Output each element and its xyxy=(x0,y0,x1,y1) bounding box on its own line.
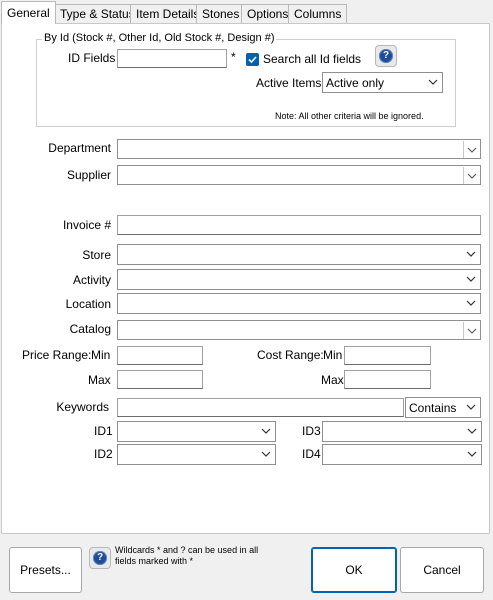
cost-max-label: Max xyxy=(321,373,344,387)
search-all-id-fields-label: Search all Id fields xyxy=(263,52,362,66)
keywords-mode-select[interactable]: Contains xyxy=(405,397,481,418)
id4-select[interactable] xyxy=(322,444,482,465)
question-mark-icon: ? xyxy=(93,551,107,565)
cost-min-input[interactable] xyxy=(344,346,431,365)
presets-button[interactable]: Presets... xyxy=(9,547,82,593)
id1-label: ID1 xyxy=(94,424,113,438)
department-label: Department xyxy=(48,141,111,155)
cancel-button[interactable]: Cancel xyxy=(400,547,484,593)
by-id-note: Note: All other criteria will be ignored… xyxy=(275,111,424,121)
supplier-label: Supplier xyxy=(66,168,111,182)
active-items-label: Active Items xyxy=(256,76,322,90)
active-items-value: Active only xyxy=(326,76,385,90)
chevron-down-icon xyxy=(463,141,479,158)
id2-label: ID2 xyxy=(94,447,113,461)
search-all-id-fields-checkbox[interactable] xyxy=(246,53,259,66)
invoice-label: Invoice # xyxy=(62,218,111,232)
chevron-down-icon xyxy=(466,425,478,437)
chevron-down-icon xyxy=(463,322,479,339)
catalog-label: Catalog xyxy=(69,322,111,336)
id3-label: ID3 xyxy=(302,424,321,438)
by-id-group-label: By Id (Stock #, Other Id, Old Stock #, D… xyxy=(42,32,277,44)
activity-label: Activity xyxy=(72,273,111,287)
keywords-input[interactable] xyxy=(117,398,404,417)
activity-select[interactable] xyxy=(117,269,481,290)
chevron-down-icon xyxy=(463,167,479,184)
keywords-mode-value: Contains xyxy=(409,401,457,415)
ok-button[interactable]: OK xyxy=(311,547,397,593)
tab-options[interactable]: Options xyxy=(241,4,295,23)
chevron-down-icon xyxy=(465,401,477,413)
id-fields-input[interactable] xyxy=(117,49,227,68)
id2-select[interactable] xyxy=(117,444,276,465)
cost-min-label: Min xyxy=(323,348,343,362)
store-select[interactable] xyxy=(117,244,481,265)
location-label: Location xyxy=(65,297,111,311)
invoice-input[interactable] xyxy=(117,215,481,235)
question-mark-icon: ? xyxy=(379,49,393,63)
chevron-down-icon xyxy=(465,297,477,309)
chevron-down-icon xyxy=(260,425,272,437)
chevron-down-icon xyxy=(260,448,272,460)
location-select[interactable] xyxy=(117,293,481,314)
tab-item-details[interactable]: Item Details xyxy=(130,4,206,23)
tab-columns[interactable]: Columns xyxy=(288,4,348,23)
catalog-select[interactable] xyxy=(117,320,481,340)
id1-select[interactable] xyxy=(117,421,276,442)
id-fields-label: ID Fields xyxy=(68,51,116,65)
active-items-select[interactable]: Active only xyxy=(322,72,443,93)
chevron-down-icon xyxy=(465,248,477,260)
tab-type-status[interactable]: Type & Status xyxy=(54,4,141,23)
help-button[interactable]: ? xyxy=(375,45,397,67)
price-max-input[interactable] xyxy=(117,370,203,389)
id4-label: ID4 xyxy=(302,447,321,461)
id3-select[interactable] xyxy=(322,421,482,442)
checkmark-icon xyxy=(248,56,257,64)
chevron-down-icon xyxy=(427,76,439,88)
tab-bar: General Type & Status Item Details Stone… xyxy=(0,0,493,24)
price-max-label: Max xyxy=(88,373,111,387)
cost-max-input[interactable] xyxy=(344,370,431,389)
price-min-input[interactable] xyxy=(117,346,203,365)
department-select[interactable] xyxy=(117,139,481,159)
tab-general[interactable]: General xyxy=(1,1,56,24)
chevron-down-icon xyxy=(465,273,477,285)
wildcard-note: Wildcards * and ? can be used in all fie… xyxy=(115,545,259,566)
cost-range-label: Cost Range: xyxy=(257,348,324,362)
store-label: Store xyxy=(82,248,111,262)
chevron-down-icon xyxy=(466,448,478,460)
price-range-label: Price Range: xyxy=(22,348,92,362)
keywords-label: Keywords xyxy=(56,400,109,414)
price-min-label: Min xyxy=(91,348,111,362)
required-marker: * xyxy=(231,50,236,64)
supplier-select[interactable] xyxy=(117,165,481,185)
wildcard-help-icon: ? xyxy=(89,547,111,569)
tab-stones[interactable]: Stones xyxy=(196,4,246,23)
